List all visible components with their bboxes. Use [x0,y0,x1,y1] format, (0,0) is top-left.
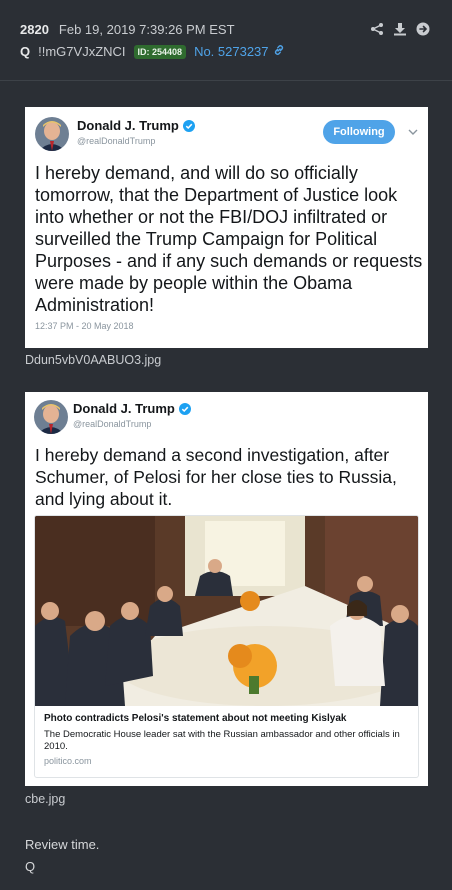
post-timestamp: Feb 19, 2019 7:39:26 PM EST [58,22,235,37]
tweet-timestamp: 12:37 PM - 20 May 2018 [35,321,134,331]
display-name-text: Donald J. Trump [73,401,175,416]
post-number-link[interactable]: No. 5273237 [194,44,268,59]
post-actions [370,22,430,36]
link-card-title: Photo contradicts Pelosi's statement abo… [44,713,347,724]
link-card-domain: politico.com [44,756,92,766]
verified-icon [182,119,195,132]
post-number: 2820 [20,22,49,37]
id-badge[interactable]: ID: 254408 [133,44,187,59]
poster-row: Q !!mG7VJxZNCI ID: 254408 No. 5273237 [20,44,285,59]
post-header: 2820 Feb 19, 2019 7:39:26 PM EST Q !!mG7… [0,0,452,80]
post-meta-row: 2820 Feb 19, 2019 7:39:26 PM EST [20,22,235,37]
tweet-text: I hereby demand a second investigation, … [35,445,397,509]
avatar [34,400,68,434]
following-button[interactable]: Following [323,120,395,144]
display-name-text: Donald J. Trump [77,118,179,133]
verified-icon [178,402,191,415]
image-filename[interactable]: cbe.jpg [25,792,65,806]
post-message: Review time. Q [25,834,99,878]
avatar [35,117,69,151]
image-filename[interactable]: Ddun5vbV0AABUO3.jpg [25,353,161,367]
display-name: Donald J. Trump [73,401,191,416]
message-signature: Q [25,859,36,874]
link-card[interactable]: Photo contradicts Pelosi's statement abo… [34,515,419,778]
share-icon[interactable] [370,22,384,36]
tweet-text: I hereby demand, and will do so official… [35,163,423,315]
handle: @realDonaldTrump [73,419,152,429]
display-name: Donald J. Trump [77,118,195,133]
message-line: Review time. [25,837,100,852]
tweet-image-1[interactable]: Donald J. Trump @realDonaldTrump Followi… [25,107,428,348]
poster-name: Q [20,44,31,59]
link-icon[interactable] [273,44,285,59]
tripcode: !!mG7VJxZNCI [38,44,126,59]
download-icon[interactable] [393,22,407,36]
meeting-photo [35,516,418,706]
tweet-image-2[interactable]: Donald J. Trump @realDonaldTrump I hereb… [25,392,428,786]
link-card-description: The Democratic House leader sat with the… [44,729,400,752]
handle: @realDonaldTrump [77,136,156,146]
goto-icon[interactable] [416,22,430,36]
header-divider [0,80,452,81]
chevron-down-icon[interactable] [408,127,418,137]
